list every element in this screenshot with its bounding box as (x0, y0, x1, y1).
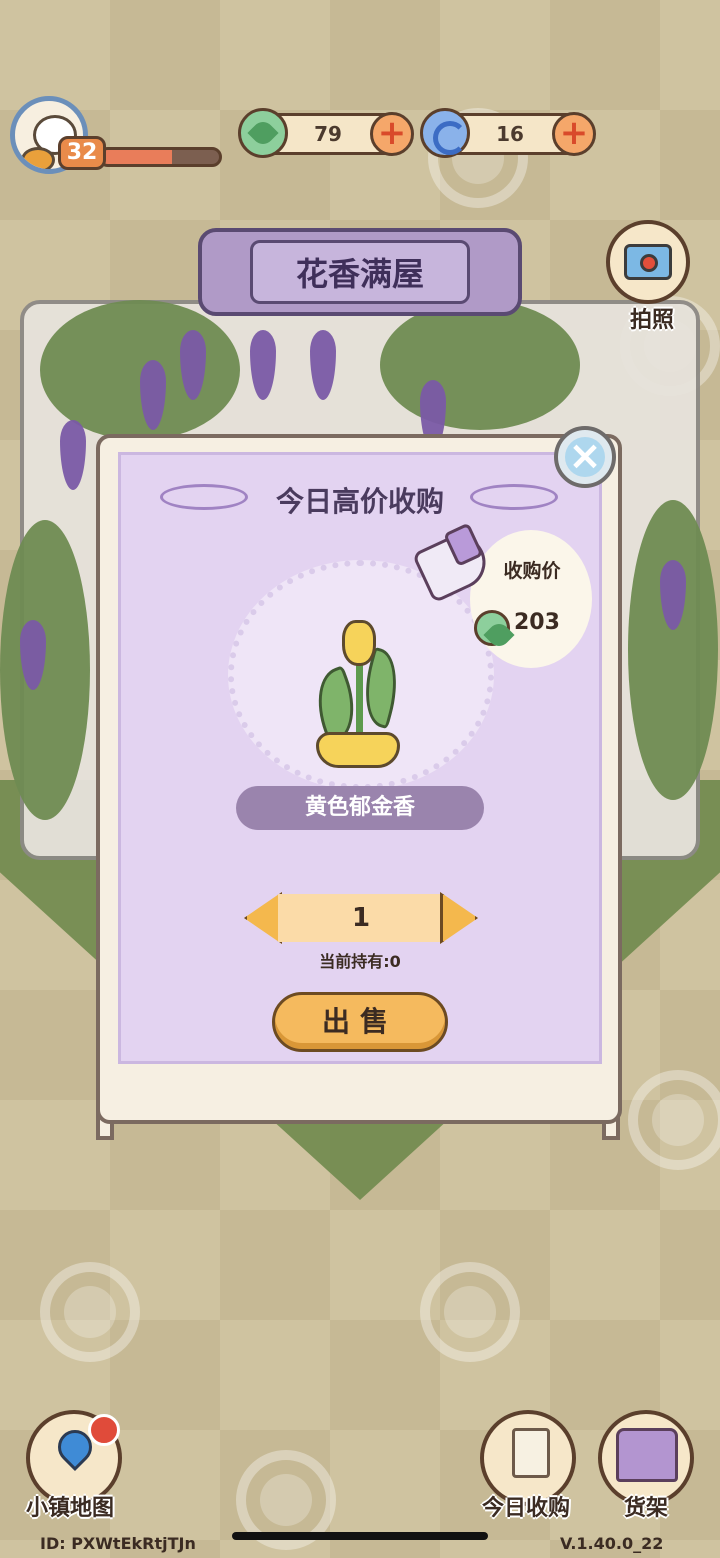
market-stall-icon (616, 1428, 678, 1482)
camera-label: 拍照 (630, 308, 675, 333)
notification-dot (88, 1414, 120, 1446)
floor-sun-decoration (628, 1070, 720, 1170)
price-speech-bubble (470, 530, 592, 668)
town-map-label: 小镇地图 (26, 1496, 115, 1521)
close-button[interactable]: × (554, 426, 616, 488)
foliage (0, 520, 90, 820)
shop-title: 花香满屋 (250, 240, 470, 304)
today-purchase-label: 今日收购 (482, 1496, 571, 1521)
tulip-bloom (342, 620, 376, 666)
yarn-ball-icon (21, 147, 55, 169)
owned-count: 当前持有:0 (319, 952, 401, 971)
shop-title-sign: 花香满屋 (198, 228, 522, 316)
floor-sun-decoration (40, 1262, 140, 1362)
add-leaf-currency-button[interactable]: + (370, 112, 414, 156)
version-label: V.1.40.0_22 (560, 1534, 664, 1553)
leaf-coin-icon (238, 108, 288, 158)
close-icon: × (565, 436, 605, 477)
shelf-label: 货架 (624, 1496, 669, 1521)
item-name-plate: 黄色郁金香 (236, 786, 484, 830)
foliage (380, 300, 580, 430)
quantity-value: 1 (278, 894, 444, 942)
leaf-coin-icon (474, 610, 510, 646)
foliage (628, 500, 718, 800)
dialog-title: 今日高价收购 (275, 485, 444, 518)
tulip-stem (356, 664, 363, 740)
yellow-tulip-icon (305, 620, 408, 780)
floor-sun-decoration (420, 1262, 520, 1362)
camera-button[interactable] (606, 220, 690, 304)
sell-button[interactable]: 出售 (272, 992, 448, 1052)
camera-icon (624, 244, 672, 280)
add-swirl-currency-button[interactable]: + (552, 112, 596, 156)
foliage (40, 300, 240, 440)
blue-swirl-icon (420, 108, 470, 158)
level-badge: 32 (58, 136, 106, 170)
sign-board-icon (512, 1428, 550, 1478)
xp-progress-fill (101, 150, 172, 164)
ribbon-bow-icon (316, 732, 400, 768)
purchase-price-value: 203 (514, 610, 560, 635)
purchase-price-label: 收购价 (503, 560, 561, 582)
home-indicator[interactable] (232, 1532, 488, 1540)
player-id: ID: PXWtEkRtjTJn (40, 1534, 196, 1553)
xp-progress-bar (98, 147, 222, 167)
camera-lens-icon (640, 254, 658, 272)
swirl-currency-value: 16 (496, 122, 524, 146)
leaf-currency-value: 79 (314, 122, 342, 146)
